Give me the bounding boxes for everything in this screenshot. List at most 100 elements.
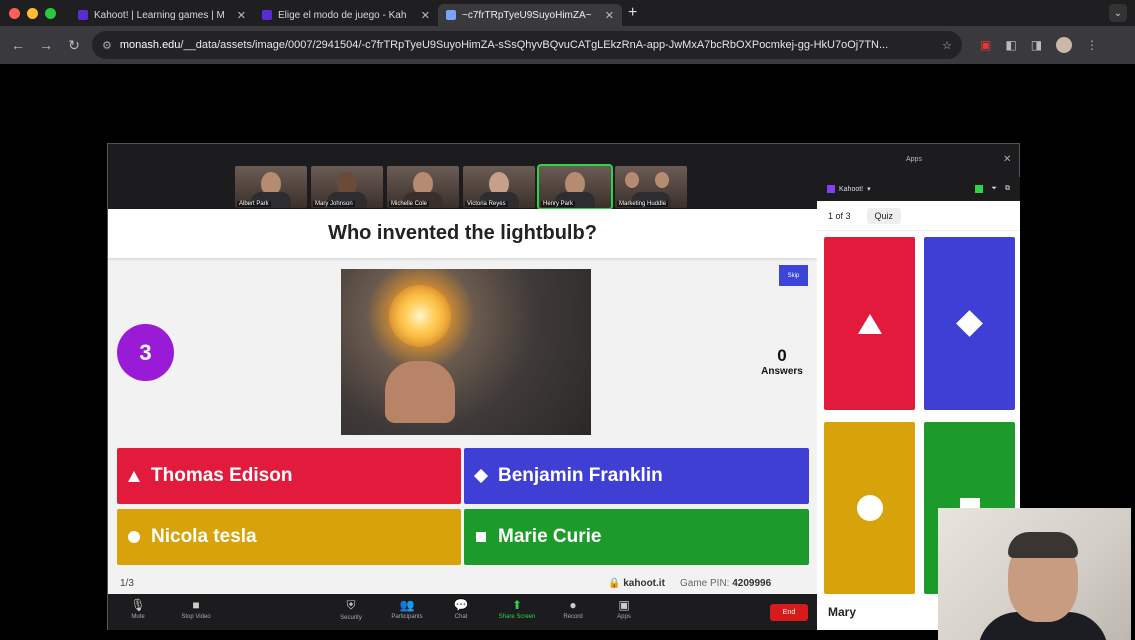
filter-icon[interactable]: ⏷ xyxy=(991,185,997,193)
question-bar: Who invented the lightbulb? xyxy=(108,209,817,258)
meeting-controls-bar: 🎙 Mute ■ Stop Video ⛨ Security 👥 Participant… xyxy=(108,594,817,630)
diamond-icon xyxy=(464,468,498,484)
share-screen-button[interactable]: ⬆ Share Screen xyxy=(492,598,542,620)
url-text: monash.edu/__data/assets/image/0007/2941… xyxy=(119,39,889,51)
answer-text: Benjamin Franklin xyxy=(498,465,663,486)
chat-icon: 💬 xyxy=(453,598,469,612)
answer-text: Thomas Edison xyxy=(151,465,293,486)
hand-image xyxy=(385,361,455,423)
answer-option[interactable]: Marie Curie xyxy=(464,509,809,565)
answer-tile-triangle[interactable] xyxy=(824,237,915,410)
square-icon xyxy=(464,532,498,542)
app-panel-subheader: 1 of 3 Quiz xyxy=(817,201,1020,231)
site-info-icon[interactable]: ⚙ xyxy=(102,39,112,52)
question-text: Who invented the lightbulb? xyxy=(328,222,597,244)
mute-button[interactable]: 🎙 Mute xyxy=(113,598,163,620)
browser-tab[interactable]: Kahoot! | Learning games | M ✕ xyxy=(70,4,254,26)
participant-video-tile[interactable]: Marketing Huddle xyxy=(615,166,687,208)
answer-tile-circle[interactable] xyxy=(824,422,915,594)
chevron-down-icon[interactable]: ▾ xyxy=(867,185,871,193)
close-tab-icon[interactable]: ✕ xyxy=(237,9,246,22)
record-icon: ● xyxy=(569,598,577,612)
stop-video-button[interactable]: ■ Stop Video xyxy=(171,598,221,620)
maximize-window-button[interactable] xyxy=(45,7,56,19)
participant-video-tile[interactable]: Mary Johnson xyxy=(311,166,383,208)
browser-tab-strip: Kahoot! | Learning games | M ✕ Elige el … xyxy=(0,0,1135,26)
new-tab-button[interactable]: + xyxy=(628,4,637,22)
participants-icon: 👥 xyxy=(399,598,415,612)
profile-avatar[interactable] xyxy=(1056,37,1073,53)
close-apps-icon[interactable]: ✕ xyxy=(1003,154,1011,165)
status-indicator-icon xyxy=(975,185,984,193)
game-pin: Game PIN: 4209996 xyxy=(680,577,772,589)
triangle-icon xyxy=(857,313,882,334)
answer-text: Marie Curie xyxy=(498,526,602,547)
minimize-window-button[interactable] xyxy=(27,7,38,19)
browser-tab-active[interactable]: ~c7frTRpTyeU9SuyoHimZA~ ✕ xyxy=(438,4,622,26)
participant-video-tile-speaking[interactable]: Henry Park xyxy=(537,164,613,210)
answers-label: Answers xyxy=(761,366,803,377)
kahoot-logo-icon xyxy=(827,185,835,193)
answer-option[interactable]: Thomas Edison xyxy=(117,448,461,504)
shield-icon: ⛨ xyxy=(346,598,356,612)
participant-video-tile[interactable]: Albert Park xyxy=(235,166,307,208)
player-name: Mary xyxy=(828,605,857,619)
participants-button[interactable]: 👥 Participants xyxy=(382,598,432,620)
circle-icon xyxy=(856,495,883,521)
window-controls xyxy=(9,7,56,19)
presenter-webcam xyxy=(938,508,1131,640)
zoom-meeting-window: Albert Park Mary Johnson Michelle Cole V… xyxy=(107,143,1020,630)
bookmark-star-icon[interactable]: ☆ xyxy=(942,39,952,52)
kahoot-game-screen: Who invented the lightbulb? 3 Skip 0 Ans… xyxy=(108,209,817,594)
lightbulb-image xyxy=(389,285,451,347)
answer-text: Nicola tesla xyxy=(151,526,257,547)
close-tab-icon[interactable]: ✕ xyxy=(421,9,430,22)
browser-tab[interactable]: Elige el modo de juego - Kah ✕ xyxy=(254,4,438,26)
reload-icon[interactable]: ↻ xyxy=(60,37,88,54)
question-image xyxy=(341,269,591,435)
circle-icon xyxy=(117,531,151,543)
diamond-icon xyxy=(956,310,983,337)
mic-icon: 🎙 xyxy=(130,598,146,612)
participant-video-tile[interactable]: Michelle Cole xyxy=(387,166,459,208)
popout-icon[interactable]: ⧉ xyxy=(1005,185,1010,193)
apps-icon: ▣ xyxy=(618,598,630,612)
record-button[interactable]: ● Record xyxy=(548,598,598,620)
end-meeting-button[interactable]: End xyxy=(770,604,808,621)
kahoot-site: 🔒 kahoot.it xyxy=(608,577,665,589)
participant-face xyxy=(625,172,639,188)
close-tab-icon[interactable]: ✕ xyxy=(605,9,614,22)
share-screen-icon: ⬆ xyxy=(511,598,523,612)
answer-tile-diamond[interactable] xyxy=(924,237,1015,410)
skip-button[interactable]: Skip xyxy=(779,265,808,286)
side-panel-icon[interactable]: ◨ xyxy=(1031,38,1042,52)
address-bar[interactable]: ⚙ monash.edu/__data/assets/image/0007/29… xyxy=(92,31,962,59)
apps-button[interactable]: ▣ Apps xyxy=(599,598,649,620)
quiz-mode-badge: Quiz xyxy=(866,207,902,224)
participant-gallery: Albert Park Mary Johnson Michelle Cole V… xyxy=(235,164,687,210)
answer-option[interactable]: Nicola tesla xyxy=(117,509,461,565)
kahoot-favicon-icon xyxy=(262,10,272,20)
back-arrow-icon[interactable]: ← xyxy=(4,37,32,53)
kahoot-favicon-icon xyxy=(78,10,88,20)
more-menu-icon[interactable]: ⋮ xyxy=(1086,38,1098,52)
game-footer: 1/3 🔒 kahoot.it Game PIN: 4209996 xyxy=(108,572,817,594)
presenter-hair xyxy=(1008,532,1078,558)
triangle-icon xyxy=(117,470,151,482)
tab-search-chevron-icon[interactable]: ⌄ xyxy=(1109,4,1127,22)
apps-panel-title: Apps xyxy=(906,156,922,163)
extensions-puzzle-icon[interactable]: ◧ xyxy=(1005,38,1016,52)
chat-button[interactable]: 💬 Chat xyxy=(436,598,486,620)
app-name: Kahoot! xyxy=(839,185,864,193)
answers-count: 0 xyxy=(777,346,787,365)
extension-icon[interactable]: ▣ xyxy=(980,38,991,52)
participant-face xyxy=(655,172,669,188)
forward-arrow-icon[interactable]: → xyxy=(32,37,60,53)
answer-option[interactable]: Benjamin Franklin xyxy=(464,448,809,504)
video-icon: ■ xyxy=(192,598,200,612)
participant-video-tile[interactable]: Victoria Reyes xyxy=(463,166,535,208)
image-favicon-icon xyxy=(446,10,456,20)
close-window-button[interactable] xyxy=(9,7,20,19)
countdown-timer: 3 xyxy=(117,324,174,381)
security-button[interactable]: ⛨ Security xyxy=(326,598,376,621)
